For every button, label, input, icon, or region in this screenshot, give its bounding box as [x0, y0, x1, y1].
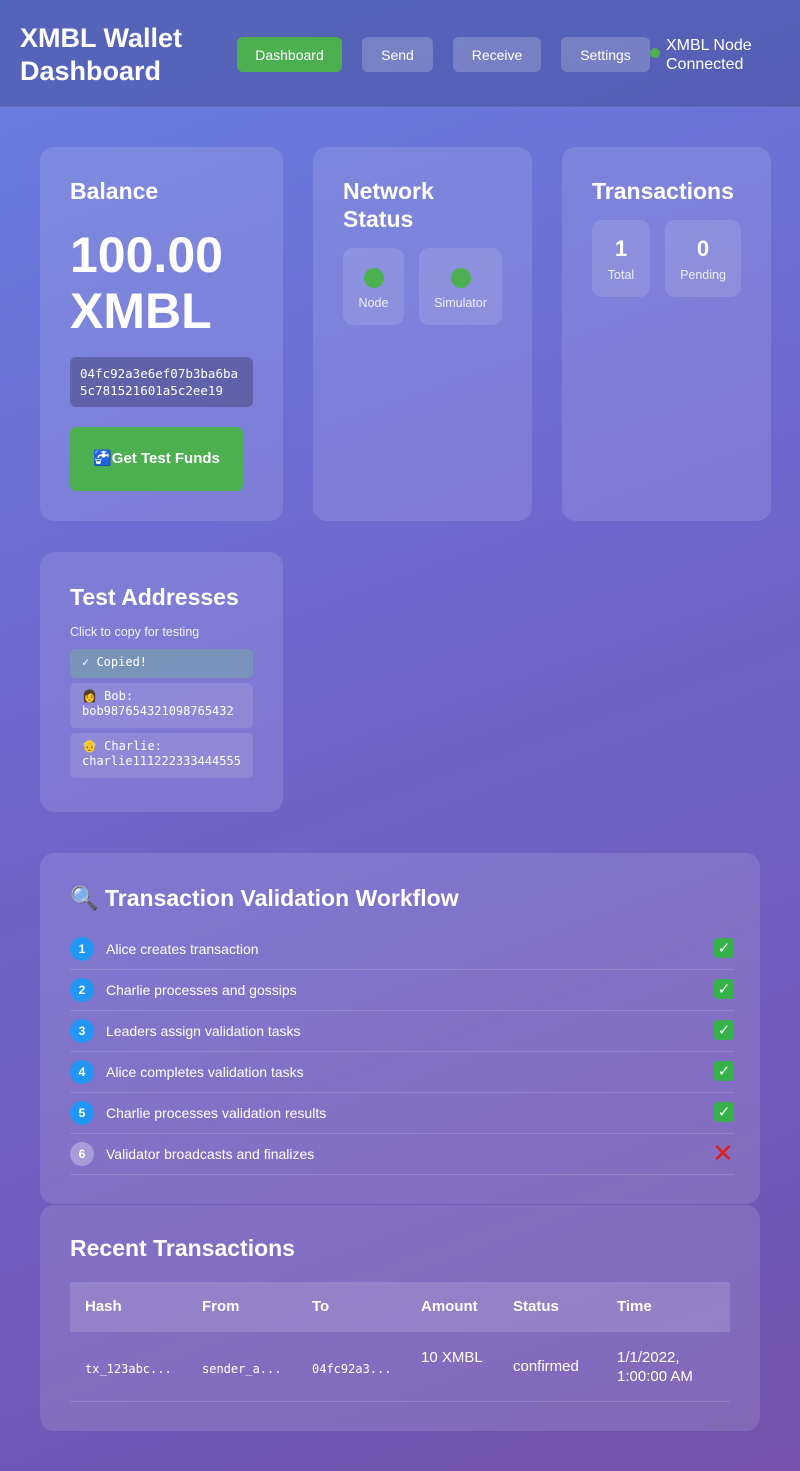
pending-transactions-box: 0 Pending — [665, 220, 741, 297]
column-header-time: Time — [617, 1298, 652, 1315]
nav-dashboard-button[interactable]: Dashboard — [237, 37, 342, 72]
simulator-online-icon — [450, 268, 471, 288]
simulator-status-label: Simulator — [434, 296, 487, 310]
step-label: Charlie processes and gossips — [106, 982, 297, 998]
step-number-badge: 3 — [70, 1019, 94, 1043]
node-status-dot-icon — [650, 48, 660, 58]
workflow-step: 2 Charlie processes and gossips ✓ — [70, 970, 734, 1011]
balance-card: Balance 100.00 XMBL 04fc92a3e6ef07b3ba6b… — [40, 147, 283, 521]
total-transactions-count: 1 — [614, 236, 628, 261]
cross-icon: ✕ — [712, 1138, 734, 1168]
transactions-stats-title: Transactions — [592, 178, 734, 204]
step-label: Alice creates transaction — [106, 941, 259, 957]
workflow-step: 3 Leaders assign validation tasks ✓ — [70, 1011, 734, 1052]
workflow-step: 6 Validator broadcasts and finalizes ✕ — [70, 1134, 734, 1175]
test-address-bob[interactable]: 👩 Bob: bob987654321098765432 — [70, 683, 253, 728]
tx-time: 1/1/2022, 1:00:00 AM — [617, 1349, 693, 1385]
wallet-address[interactable]: 04fc92a3e6ef07b3ba6ba5c781521601a5c2ee19 — [70, 357, 253, 407]
total-transactions-box: 1 Total — [592, 220, 650, 297]
simulator-status-box: Simulator — [419, 248, 502, 325]
tx-amount: 10 XMBL — [421, 1349, 483, 1366]
workflow-step: 1 Alice creates transaction ✓ — [70, 929, 734, 970]
workflow-step: 5 Charlie processes validation results ✓ — [70, 1093, 734, 1134]
network-status-title: Network Status — [343, 178, 434, 232]
table-header: Hash From To Amount Status Time — [70, 1282, 730, 1332]
transactions-stats-card: Transactions 1 Total 0 Pending — [562, 147, 771, 521]
check-icon: ✓ — [714, 1102, 734, 1122]
pending-transactions-count: 0 — [696, 236, 710, 261]
step-label: Leaders assign validation tasks — [106, 1023, 301, 1039]
node-status-box: Node — [343, 248, 404, 325]
tx-hash: tx_123abc... — [85, 1362, 172, 1376]
recent-transactions-card: Recent Transactions Hash From To Amount … — [40, 1205, 760, 1431]
test-address-copied[interactable]: ✓ Copied! — [70, 649, 253, 678]
step-number-badge: 4 — [70, 1060, 94, 1084]
check-icon: ✓ — [714, 979, 734, 999]
app-title: XMBL Wallet Dashboard — [20, 23, 183, 86]
tx-to: 04fc92a3... — [312, 1362, 392, 1376]
check-icon: ✓ — [714, 938, 734, 958]
step-label: Alice completes validation tasks — [106, 1064, 304, 1080]
node-status-text: XMBL Node Connected — [666, 37, 752, 73]
nav-receive-button[interactable]: Receive — [453, 37, 541, 72]
recent-transactions-title: Recent Transactions — [70, 1235, 295, 1261]
step-label: Charlie processes validation results — [106, 1105, 327, 1121]
column-header-from: From — [202, 1298, 240, 1315]
tx-from: sender_a... — [202, 1362, 282, 1376]
column-header-amount: Amount — [421, 1298, 478, 1315]
tx-status: confirmed — [513, 1358, 579, 1375]
test-address-charlie[interactable]: 👴 Charlie: charlie111222333444555 — [70, 733, 253, 778]
table-row[interactable]: tx_123abc... sender_a... 04fc92a3... 10 … — [70, 1332, 730, 1402]
step-number-badge: 2 — [70, 978, 94, 1002]
test-addresses-hint: Click to copy for testing — [70, 625, 200, 639]
balance-amount: 100.00 XMBL — [70, 227, 223, 339]
nav-send-button[interactable]: Send — [362, 37, 433, 72]
column-header-to: To — [312, 1298, 330, 1315]
app-header: XMBL Wallet Dashboard Dashboard Send Rec… — [0, 0, 800, 107]
nav-settings-button[interactable]: Settings — [561, 37, 650, 72]
step-number-badge: 6 — [70, 1142, 94, 1166]
column-header-hash: Hash — [85, 1298, 122, 1315]
get-test-funds-button[interactable]: 🚰Get Test Funds — [70, 427, 243, 491]
network-status-card: Network Status Node Simulator — [313, 147, 532, 521]
test-addresses-card: Test Addresses Click to copy for testing… — [40, 552, 283, 812]
step-number-badge: 5 — [70, 1101, 94, 1125]
step-label: Validator broadcasts and finalizes — [106, 1146, 315, 1162]
check-icon: ✓ — [714, 1020, 734, 1040]
test-addresses-title: Test Addresses — [70, 584, 239, 610]
step-number-badge: 1 — [70, 937, 94, 961]
node-online-icon — [363, 268, 384, 288]
balance-title: Balance — [70, 178, 159, 204]
workflow-step: 4 Alice completes validation tasks ✓ — [70, 1052, 734, 1093]
total-transactions-label: Total — [607, 268, 635, 282]
validation-workflow-card: 🔍 Transaction Validation Workflow 1 Alic… — [40, 853, 760, 1204]
node-status-label: Node — [358, 296, 389, 310]
column-header-status: Status — [513, 1298, 559, 1315]
workflow-title: 🔍 Transaction Validation Workflow — [70, 885, 459, 911]
pending-transactions-label: Pending — [680, 268, 726, 282]
check-icon: ✓ — [714, 1061, 734, 1081]
